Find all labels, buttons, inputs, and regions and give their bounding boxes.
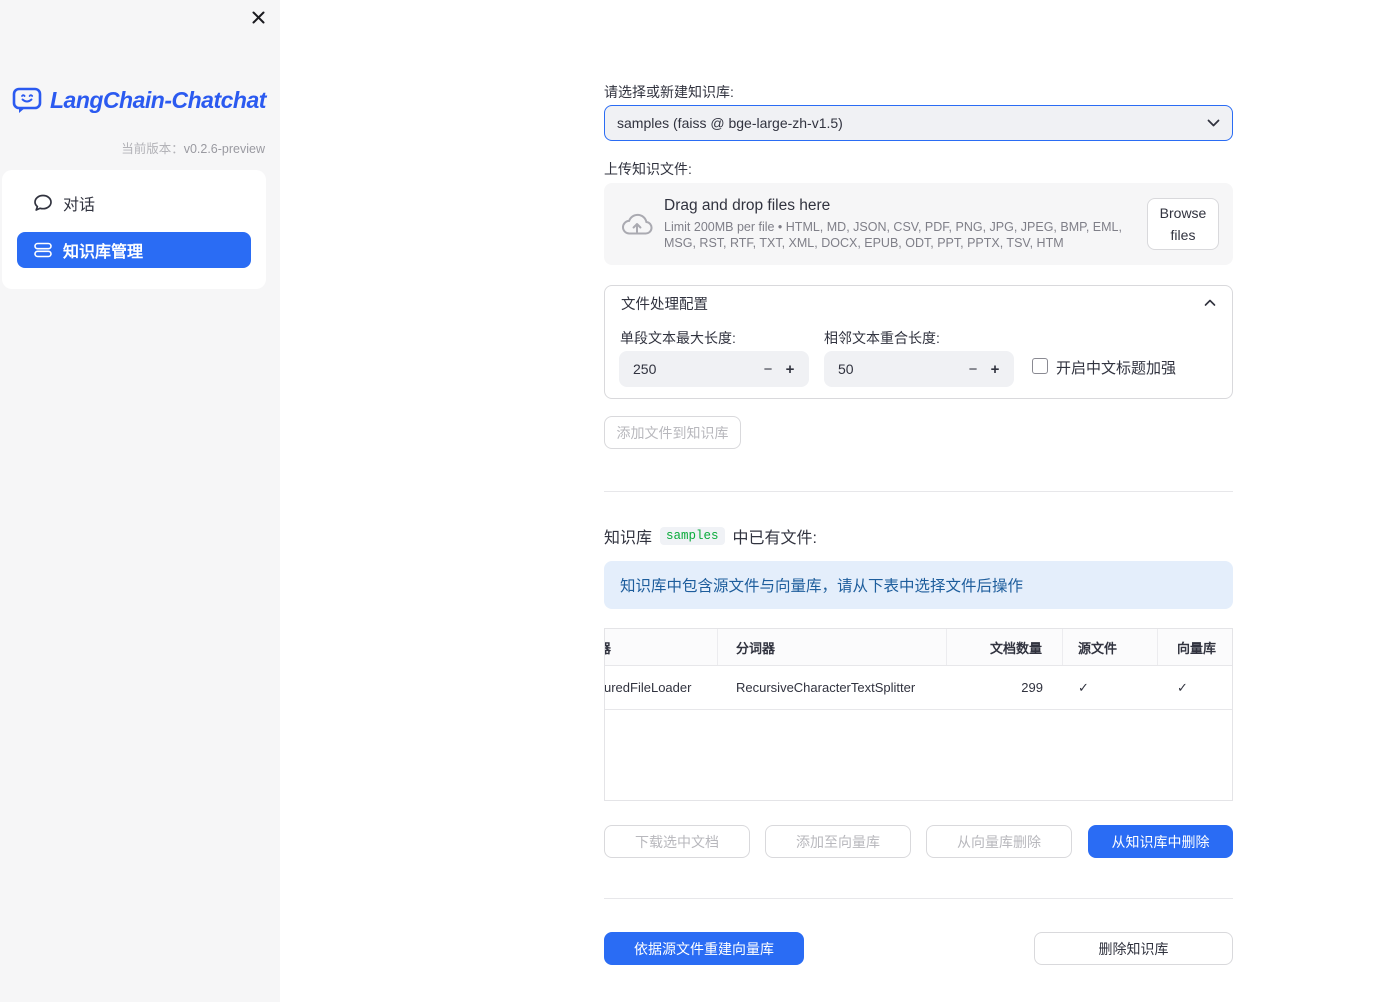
divider: [604, 491, 1233, 492]
kb-select-label: 请选择或新建知识库:: [604, 84, 734, 100]
upload-label: 上传知识文件:: [604, 161, 692, 177]
zh-title-enhance-label: 开启中文标题加强: [1056, 360, 1177, 377]
cloud-upload-icon: [620, 211, 664, 238]
table-row[interactable]: uredFileLoader RecursiveCharacterTextSpl…: [605, 666, 1232, 710]
delete-kb-button[interactable]: 删除知识库: [1034, 932, 1233, 965]
expander-title: 文件处理配置: [621, 296, 708, 313]
chunk-size-label: 单段文本最大长度:: [620, 330, 736, 346]
version-info: 当前版本：v0.2.6-preview: [121, 142, 265, 156]
sidebar-item-label: 对话: [63, 197, 96, 214]
zh-title-enhance-checkbox[interactable]: [1032, 358, 1048, 374]
logo-chat-face-icon: [12, 86, 43, 115]
chunk-size-stepper: 250 − +: [619, 351, 809, 387]
chunk-decrement-button[interactable]: −: [757, 361, 779, 378]
kb-files-table: 器 分词器 文档数量 源文件 向量库 uredFileLoader Recurs…: [604, 628, 1233, 801]
app-title: LangChain-Chatchat: [50, 87, 266, 113]
delete-from-vector-store-button[interactable]: 从向量库删除: [926, 825, 1072, 858]
column-header-splitter[interactable]: 分词器: [718, 629, 947, 665]
info-banner: 知识库中包含源文件与向量库，请从下表中选择文件后操作: [604, 561, 1233, 609]
column-header-loader[interactable]: 器: [605, 629, 718, 665]
kb-select-value: samples (faiss @ bge-large-zh-v1.5): [617, 115, 843, 131]
sidebar-item-knowledge-base[interactable]: 知识库管理: [17, 232, 251, 268]
chat-bubble-icon: [33, 193, 53, 213]
overlap-decrement-button[interactable]: −: [962, 361, 984, 378]
cell-splitter: RecursiveCharacterTextSplitter: [736, 680, 916, 695]
main-content: 请选择或新建知识库: samples (faiss @ bge-large-zh…: [604, 0, 1233, 1002]
knowledge-base-icon: [33, 240, 53, 260]
app-logo: LangChain-Chatchat: [12, 86, 266, 115]
kb-name-code: samples: [660, 527, 725, 545]
delete-from-kb-button[interactable]: 从知识库中删除: [1088, 825, 1233, 858]
chevron-up-icon: [1204, 299, 1216, 307]
divider: [604, 898, 1233, 899]
download-selected-button[interactable]: 下载选中文档: [604, 825, 750, 858]
column-header-doc-count[interactable]: 文档数量: [947, 629, 1063, 665]
dropzone-text: Drag and drop files here Limit 200MB per…: [664, 197, 1138, 252]
cell-loader: uredFileLoader: [605, 680, 692, 695]
close-sidebar-icon[interactable]: [248, 7, 268, 27]
overlap-stepper: 50 − +: [824, 351, 1014, 387]
dropzone-title: Drag and drop files here: [664, 196, 831, 214]
knowledge-base-select[interactable]: samples (faiss @ bge-large-zh-v1.5): [604, 105, 1233, 141]
table-header-row: 器 分词器 文档数量 源文件 向量库: [605, 629, 1232, 666]
add-files-to-kb-button[interactable]: 添加文件到知识库: [604, 416, 741, 449]
column-header-vector-store[interactable]: 向量库: [1158, 629, 1232, 665]
column-header-source-file[interactable]: 源文件: [1063, 629, 1158, 665]
sidebar-item-label: 知识库管理: [63, 244, 144, 261]
file-config-expander: 文件处理配置 单段文本最大长度: 相邻文本重合长度: 250 − + 50 − …: [604, 285, 1233, 399]
rebuild-vector-store-button[interactable]: 依据源文件重建向量库: [604, 932, 804, 965]
sidebar-item-chat[interactable]: 对话: [17, 185, 251, 221]
overlap-label: 相邻文本重合长度:: [824, 330, 940, 346]
sidebar-menu: 对话 知识库管理: [2, 170, 266, 289]
overlap-increment-button[interactable]: +: [984, 361, 1006, 378]
chevron-down-icon: [1207, 119, 1220, 127]
expander-header[interactable]: 文件处理配置: [605, 286, 1232, 320]
chunk-size-input[interactable]: 250: [619, 361, 757, 377]
cell-doc-count: 299: [1021, 680, 1043, 695]
dropzone-limit: Limit 200MB per file • HTML, MD, JSON, C…: [664, 219, 1122, 250]
kb-files-heading: 知识库 samples 中已有文件:: [604, 527, 817, 547]
file-dropzone[interactable]: Drag and drop files here Limit 200MB per…: [604, 183, 1233, 265]
cell-vector-store-check: ✓: [1177, 679, 1188, 695]
overlap-input[interactable]: 50: [824, 361, 962, 377]
chunk-increment-button[interactable]: +: [779, 361, 801, 378]
browse-files-button[interactable]: Browse files: [1147, 198, 1219, 250]
cell-source-file-check: ✓: [1078, 679, 1089, 695]
add-to-vector-store-button[interactable]: 添加至向量库: [765, 825, 911, 858]
sidebar: LangChain-Chatchat 当前版本：v0.2.6-preview 对…: [0, 0, 280, 1002]
